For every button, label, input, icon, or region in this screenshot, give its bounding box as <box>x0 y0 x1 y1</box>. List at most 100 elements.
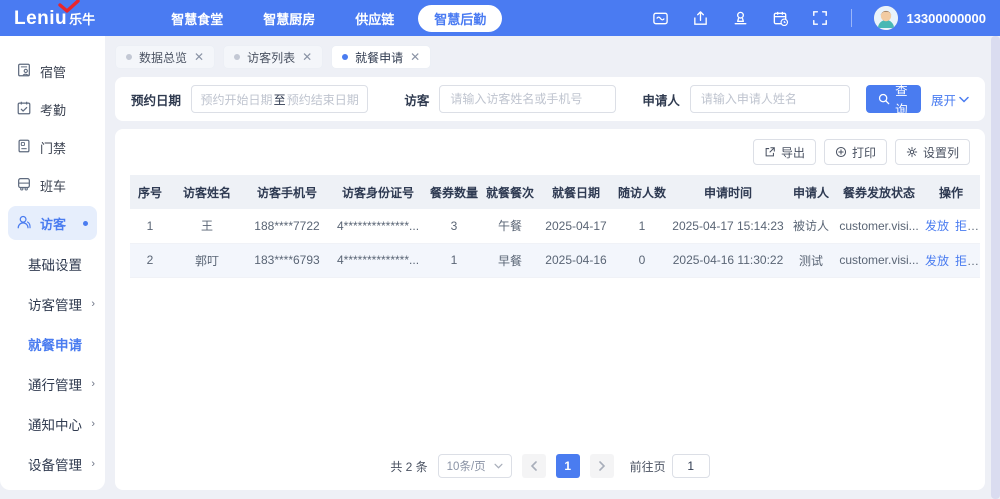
nav-item-logistics[interactable]: 智慧后勤 <box>418 4 503 32</box>
tab-label: 数据总览 <box>139 50 188 65</box>
expand-filters-link[interactable]: 展开 <box>931 90 969 109</box>
sidebar-item-visitor[interactable]: 访客 <box>8 206 97 240</box>
cell-phone: 183****6793 <box>244 243 330 278</box>
page-number-1[interactable]: 1 <box>555 454 580 478</box>
sidebar-item-label: 访客 <box>40 216 67 232</box>
chevron-down-icon <box>959 92 969 106</box>
table-row[interactable]: 1 王 188****7722 4**************... 3 午餐 … <box>130 209 980 244</box>
column-settings-button[interactable]: 设置列 <box>894 139 970 165</box>
issue-link[interactable]: 发放 <box>925 254 949 268</box>
col-header-applicant: 申请人 <box>786 175 836 209</box>
page-size-select[interactable]: 10条/页 <box>437 454 512 478</box>
tab-dot <box>342 54 349 60</box>
col-header-actions: 操作 <box>922 175 980 209</box>
cell-ticket-count: 1 <box>426 243 482 278</box>
print-button[interactable]: 打印 <box>823 139 887 165</box>
submenu-item-device-management[interactable]: 设备管理 › <box>0 444 105 484</box>
submenu-label: 设备管理 <box>28 458 82 473</box>
sidebar-item-label: 宿管 <box>40 64 67 80</box>
table-toolbar: 导出 打印 设置列 <box>130 139 970 165</box>
expand-label: 展开 <box>930 93 956 108</box>
goto-page-input[interactable] <box>671 454 710 478</box>
gear-icon <box>906 146 918 158</box>
cell-ticket-count: 3 <box>426 209 482 244</box>
dashboard-screen-icon[interactable] <box>651 9 669 27</box>
reject-link[interactable]: 拒绝 <box>955 254 979 268</box>
nav-item-supply-chain[interactable]: 供应链 <box>339 5 410 32</box>
cell-no: 2 <box>130 243 170 278</box>
pagination: 共 2 条 10条/页 1 前往页 <box>130 446 970 482</box>
cell-id-card: 4**************... <box>330 209 426 244</box>
header-divider <box>851 9 853 27</box>
submenu-item-visitor-management[interactable]: 访客管理 › <box>0 284 105 324</box>
applicant-search-input[interactable] <box>689 85 850 113</box>
meal-application-table: 序号 访客姓名 访客手机号 访客身份证号 餐券数量 就餐餐次 就餐日期 随访人数… <box>130 175 980 278</box>
table-row[interactable]: 2 郭叮 183****6793 4**************... 1 早餐… <box>130 243 980 278</box>
visitor-filter-label: 访客 <box>404 93 430 108</box>
reject-link[interactable]: 拒绝 <box>955 219 979 233</box>
nav-item-kitchen[interactable]: 智慧厨房 <box>247 5 331 32</box>
tab-data-overview[interactable]: 数据总览 ✕ <box>115 45 216 69</box>
shuttle-bus-icon <box>16 176 32 195</box>
app-logo: Leniu 乐牛 <box>14 0 95 28</box>
date-separator: 至 <box>273 92 286 107</box>
user-avatar[interactable] <box>874 6 899 30</box>
cell-id-card: 4**************... <box>330 243 426 278</box>
col-header-companions: 随访人数 <box>614 175 670 209</box>
submenu-item-passage-management[interactable]: 通行管理 › <box>0 364 105 404</box>
tab-label: 就餐申请 <box>355 50 404 65</box>
page-size-value: 10条/页 <box>446 461 486 473</box>
chevron-right-icon: › <box>91 458 95 470</box>
issue-link[interactable]: 发放 <box>925 219 949 233</box>
cell-visitor-name: 王 <box>170 209 244 244</box>
close-icon[interactable]: ✕ <box>302 51 312 63</box>
cell-meal: 早餐 <box>482 243 538 278</box>
table-header-row: 序号 访客姓名 访客手机号 访客身份证号 餐券数量 就餐餐次 就餐日期 随访人数… <box>130 175 980 209</box>
close-icon[interactable]: ✕ <box>410 51 420 63</box>
next-page-button[interactable] <box>589 454 614 478</box>
tab-visitor-list[interactable]: 访客列表 ✕ <box>223 45 324 69</box>
attendance-icon <box>16 100 32 119</box>
nav-item-canteen[interactable]: 智慧食堂 <box>155 5 239 32</box>
chevron-right-icon: › <box>91 418 95 430</box>
submenu-item-notification-center[interactable]: 通知中心 › <box>0 404 105 444</box>
applicant-filter-label: 申请人 <box>642 93 680 108</box>
sidebar-item-attendance[interactable]: 考勤 <box>8 92 97 126</box>
printer-icon <box>835 146 847 158</box>
col-header-ticket-count: 餐券数量 <box>426 175 482 209</box>
share-upload-icon[interactable] <box>691 9 709 27</box>
tab-label: 访客列表 <box>247 50 296 65</box>
close-icon[interactable]: ✕ <box>194 51 204 63</box>
export-button-label: 导出 <box>780 145 805 160</box>
goto-page-label: 前往页 <box>629 459 666 474</box>
prev-page-button[interactable] <box>521 454 546 478</box>
visitor-search-input[interactable] <box>439 85 617 113</box>
page-scrollbar[interactable] <box>991 36 1000 499</box>
cell-phone: 188****7722 <box>244 209 330 244</box>
schedule-icon[interactable] <box>771 9 789 27</box>
cell-companions: 0 <box>614 243 670 278</box>
submenu-item-meal-application[interactable]: 就餐申请 <box>0 324 105 364</box>
export-button[interactable]: 导出 <box>752 139 816 165</box>
user-phone: 13300000000 <box>906 10 986 26</box>
cell-date: 2025-04-17 <box>538 209 614 244</box>
sidebar-item-dorm[interactable]: 宿管 <box>8 54 97 88</box>
col-header-no: 序号 <box>130 175 170 209</box>
fullscreen-icon[interactable] <box>811 9 829 27</box>
user-info[interactable]: 13300000000 <box>874 6 986 30</box>
logo-check-icon <box>58 0 80 16</box>
tab-meal-application[interactable]: 就餐申请 ✕ <box>331 45 432 69</box>
print-button-label: 打印 <box>851 145 876 160</box>
cell-status: customer.visi... <box>836 243 922 278</box>
stamp-icon[interactable] <box>731 9 749 27</box>
sidebar-item-access[interactable]: 门禁 <box>8 130 97 164</box>
visitor-icon <box>16 214 32 233</box>
sidebar-item-shuttle[interactable]: 班车 <box>8 168 97 202</box>
cell-apply-time: 2025-04-16 11:30:22 <box>670 243 786 278</box>
submenu-item-basic-settings[interactable]: 基础设置 <box>0 244 105 284</box>
col-header-date: 就餐日期 <box>538 175 614 209</box>
cell-meal: 午餐 <box>482 209 538 244</box>
submenu-label: 通行管理 <box>28 378 82 393</box>
date-range-picker[interactable]: 预约开始日期 至 预约结束日期 <box>191 85 369 113</box>
search-button[interactable]: 查询 <box>865 84 921 117</box>
